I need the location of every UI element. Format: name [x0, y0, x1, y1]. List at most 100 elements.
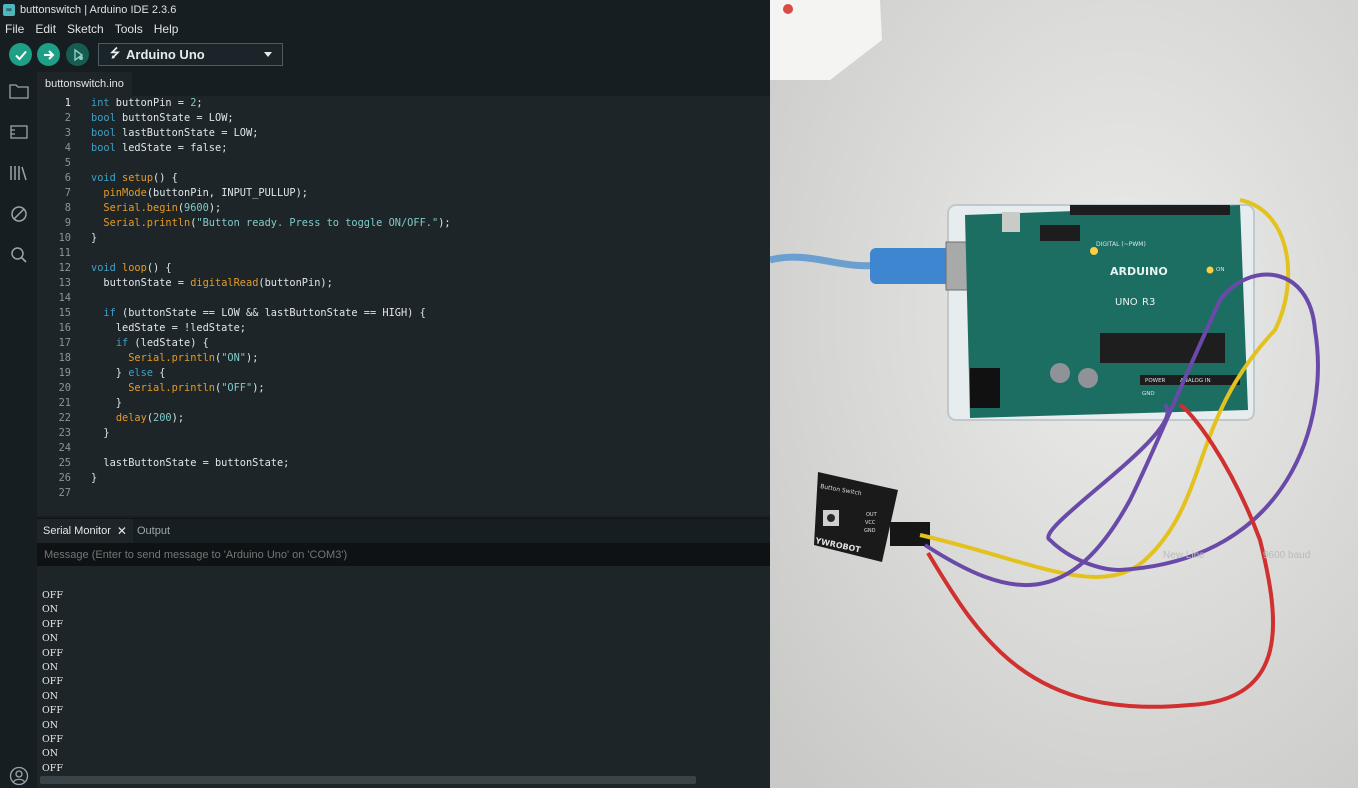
code-line[interactable]: 23 }	[37, 426, 770, 441]
code-text: bool ledState = false;	[91, 142, 228, 154]
code-line[interactable]: 13 buttonState = digitalRead(buttonPin);	[37, 276, 770, 291]
code-text: void loop() {	[91, 262, 172, 274]
code-text: bool buttonState = LOW;	[91, 112, 234, 124]
code-line[interactable]: 7 pinMode(buttonPin, INPUT_PULLUP);	[37, 186, 770, 201]
horizontal-scrollbar[interactable]	[40, 776, 696, 784]
code-editor[interactable]: 1 int buttonPin = 2; 2 bool buttonState = L…	[37, 96, 770, 516]
line-number: 5	[64, 157, 71, 169]
serial-output-line: OFF	[42, 590, 63, 601]
serial-message-input[interactable]	[37, 543, 770, 566]
code-line[interactable]: 15 if (buttonState == LOW && lastButtonS…	[37, 306, 770, 321]
baud-rate-select[interactable]: 9600 baud	[1263, 550, 1310, 561]
code-line[interactable]: 3 bool lastButtonState = LOW;	[37, 126, 770, 141]
code-line[interactable]: 5	[37, 156, 770, 171]
line-number: 9	[64, 217, 71, 229]
code-text: if (buttonState == LOW && lastButtonStat…	[103, 307, 426, 319]
code-line[interactable]: 16 ledState = !ledState;	[37, 321, 770, 336]
code-line[interactable]: 11	[37, 246, 770, 261]
library-manager-icon[interactable]	[8, 162, 29, 183]
line-ending-select[interactable]: New Line	[1163, 550, 1205, 561]
tab-buttonswitch-ino[interactable]: buttonswitch.ino	[37, 72, 132, 96]
code-text: } else {	[91, 367, 166, 379]
code-line[interactable]: 24	[37, 441, 770, 456]
arduino-app-icon: ∞	[3, 3, 15, 16]
code-line[interactable]: 19 } else {	[37, 366, 770, 381]
code-line[interactable]: 26}	[37, 471, 770, 486]
code-line[interactable]: 17 if (ledState) {	[37, 336, 770, 351]
serial-output-line: OFF	[42, 676, 63, 688]
menu-tools[interactable]: Tools	[110, 22, 149, 36]
line-number: 21	[58, 397, 71, 409]
boards-manager-icon[interactable]	[8, 121, 29, 142]
code-line[interactable]: 8 Serial.begin(9600);	[37, 201, 770, 216]
line-number: 15	[58, 307, 71, 319]
menu-file[interactable]: File	[0, 22, 30, 36]
close-icon[interactable]: ✕	[117, 524, 127, 538]
line-number: 7	[64, 187, 71, 199]
photo-drawing: ARDUINO UNO R3 DIGITAL (~PWM) POWER ANAL…	[770, 0, 1358, 788]
account-icon[interactable]	[8, 765, 29, 786]
code-line[interactable]: 10}	[37, 231, 770, 246]
serial-output-line: ON	[42, 633, 59, 645]
line-number: 18	[58, 352, 71, 364]
line-number: 1	[64, 97, 71, 109]
board-label-arduino: ARDUINO	[1110, 265, 1168, 278]
debug-icon	[73, 48, 83, 61]
tab-serial-monitor[interactable]: Serial Monitor ✕	[37, 519, 133, 543]
code-text: Serial.println("ON");	[128, 352, 259, 364]
code-text: buttonState = digitalRead(buttonPin);	[91, 277, 333, 289]
line-number: 23	[58, 427, 71, 439]
code-line[interactable]: 25 lastButtonState = buttonState;	[37, 456, 770, 471]
line-number: 26	[58, 472, 71, 484]
serial-output-line: OFF	[42, 647, 63, 659]
verify-button[interactable]	[9, 43, 32, 66]
code-line[interactable]: 14	[37, 291, 770, 306]
menu-help[interactable]: Help	[149, 22, 185, 36]
serial-output-line: ON	[42, 719, 59, 731]
code-line[interactable]: 12 void loop() {	[37, 261, 770, 276]
board-selector[interactable]: ⭍ Arduino Uno	[98, 43, 283, 66]
code-line[interactable]: 1 int buttonPin = 2;	[37, 96, 770, 111]
line-number: 3	[64, 127, 71, 139]
code-text: Serial.println("Button ready. Press to t…	[103, 217, 451, 229]
code-line[interactable]: 9 Serial.println("Button ready. Press to…	[37, 216, 770, 231]
code-line[interactable]: 4 bool ledState = false;	[37, 141, 770, 156]
board-label-uno: UNO	[1115, 297, 1138, 308]
tab-serial-label: Serial Monitor	[43, 525, 111, 537]
menu-sketch[interactable]: Sketch	[62, 22, 110, 36]
code-line[interactable]: 2 bool buttonState = LOW;	[37, 111, 770, 126]
usb-icon: ⭍	[110, 46, 120, 60]
line-number: 22	[58, 412, 71, 424]
module-label-vcc: VCC	[865, 520, 876, 526]
serial-output-line: OFF	[42, 705, 63, 717]
debug-disabled-icon[interactable]	[8, 203, 29, 224]
line-number: 16	[58, 322, 71, 334]
code-line[interactable]: 27	[37, 486, 770, 501]
search-icon[interactable]	[8, 244, 29, 265]
code-line[interactable]: 21 }	[37, 396, 770, 411]
line-number: 13	[58, 277, 71, 289]
menu-edit[interactable]: Edit	[30, 22, 62, 36]
code-text: Serial.println("OFF");	[128, 382, 265, 394]
board-label-power: POWER	[1145, 378, 1166, 384]
title-bar: ∞ buttonswitch | Arduino IDE 2.3.6	[0, 0, 770, 19]
code-text: pinMode(buttonPin, INPUT_PULLUP);	[103, 187, 308, 199]
sketchbook-folder-icon[interactable]	[8, 80, 29, 101]
menu-bar: File Edit Sketch Tools Help	[0, 19, 770, 38]
board-label-r3: R3	[1142, 297, 1155, 308]
bottom-panel-tabs: Serial Monitor ✕ Output	[37, 518, 770, 543]
code-line[interactable]: 18 Serial.println("ON");	[37, 351, 770, 366]
upload-button[interactable]	[37, 43, 60, 66]
editor-tab-bar: buttonswitch.ino	[37, 72, 770, 96]
code-line[interactable]: 22 delay(200);	[37, 411, 770, 426]
code-text: }	[91, 427, 110, 439]
debug-button[interactable]	[66, 43, 89, 66]
serial-output: OFF ON OFF ON OFF ON OFF ON OFF ON OFF ON OFF	[37, 566, 770, 788]
line-number: 10	[58, 232, 71, 244]
tab-output[interactable]: Output	[137, 519, 170, 543]
code-line[interactable]: 20 Serial.println("OFF");	[37, 381, 770, 396]
code-line[interactable]: 6 void setup() {	[37, 171, 770, 186]
board-name: Arduino Uno	[126, 47, 205, 62]
line-number: 14	[58, 292, 71, 304]
serial-output-line: ON	[42, 604, 59, 616]
